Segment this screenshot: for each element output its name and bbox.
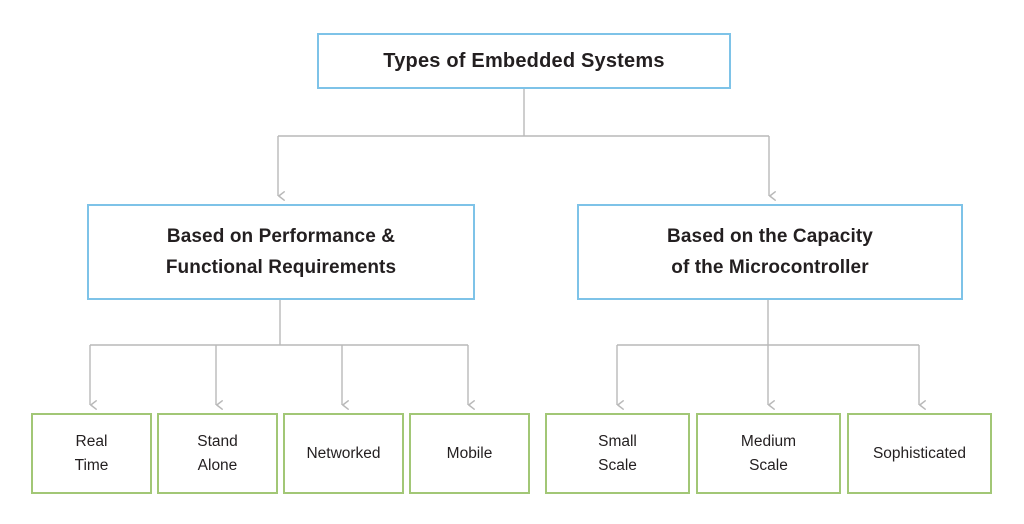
- node-leaf-stand-alone-line2: Alone: [197, 456, 238, 474]
- node-branch-capacity: Based on the Capacity of the Microcontro…: [577, 204, 963, 300]
- node-leaf-medium-scale-line1: Medium: [740, 433, 797, 451]
- node-leaf-medium-scale-line2: Scale: [749, 456, 788, 474]
- node-leaf-sophisticated-line1: Sophisticated: [872, 444, 967, 462]
- node-root: Types of Embedded Systems: [317, 33, 731, 89]
- node-leaf-mobile-line1: Mobile: [446, 444, 493, 462]
- node-branch-performance-line1: Based on Performance &: [166, 225, 396, 247]
- node-leaf-stand-alone-line1: Stand: [197, 433, 238, 451]
- node-leaf-small-scale: Small Scale: [545, 413, 690, 494]
- node-branch-capacity-line1: Based on the Capacity: [667, 225, 873, 247]
- node-leaf-real-time: Real Time: [31, 413, 152, 494]
- node-leaf-real-time-line2: Time: [74, 456, 109, 474]
- node-leaf-real-time-line1: Real: [75, 433, 108, 451]
- node-branch-performance: Based on Performance & Functional Requir…: [87, 204, 475, 300]
- node-leaf-networked-line1: Networked: [306, 444, 381, 462]
- node-leaf-mobile: Mobile: [409, 413, 530, 494]
- node-leaf-small-scale-line1: Small: [598, 433, 637, 451]
- node-branch-capacity-line2: of the Microcontroller: [671, 257, 869, 278]
- diagram-canvas: Types of Embedded Systems Based on Perfo…: [0, 0, 1024, 524]
- node-leaf-sophisticated: Sophisticated: [847, 413, 992, 494]
- node-leaf-networked: Networked: [283, 413, 404, 494]
- node-leaf-medium-scale: Medium Scale: [696, 413, 841, 494]
- node-leaf-stand-alone: Stand Alone: [157, 413, 278, 494]
- node-root-label: Types of Embedded Systems: [383, 49, 665, 72]
- node-leaf-small-scale-line2: Scale: [598, 456, 637, 474]
- node-branch-performance-line2: Functional Requirements: [165, 257, 397, 278]
